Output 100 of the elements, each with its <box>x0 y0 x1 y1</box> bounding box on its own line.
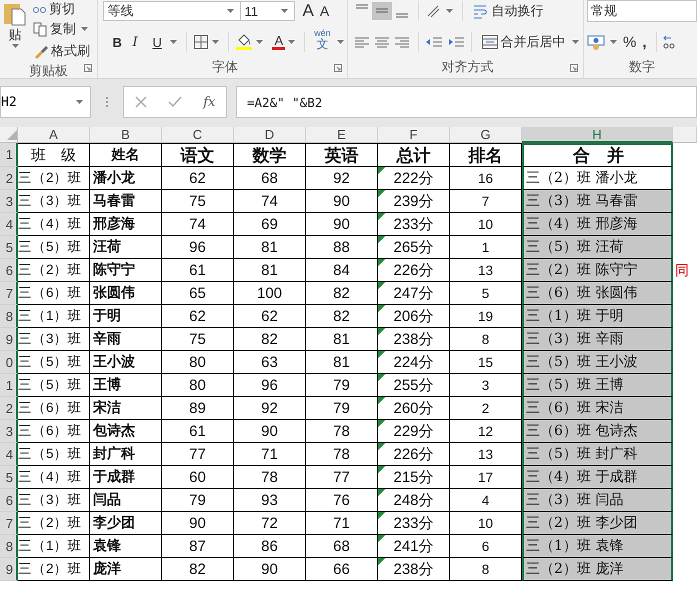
underline-button[interactable]: U <box>149 31 168 53</box>
name-box[interactable]: H2 <box>0 86 91 118</box>
row-header[interactable]: 4 <box>0 443 18 466</box>
caret-icon[interactable] <box>281 9 288 13</box>
row-header[interactable]: 5 <box>0 466 18 489</box>
caret-icon[interactable] <box>610 40 617 44</box>
check-icon[interactable] <box>168 96 182 108</box>
table-cell: 三（2）班 李少团 <box>522 512 673 535</box>
row-header[interactable]: 9 <box>0 558 18 581</box>
cut-button[interactable]: 剪切 <box>30 0 94 18</box>
insert-function-button[interactable]: fx <box>203 94 216 110</box>
row-header[interactable]: 8 <box>0 535 18 558</box>
caret-icon[interactable] <box>336 40 344 44</box>
dialog-launcher-icon[interactable] <box>334 64 342 72</box>
row-header[interactable]: 9 <box>0 328 18 351</box>
table-cell: 260分 <box>378 397 450 420</box>
row-header[interactable]: 7 <box>0 512 18 535</box>
grow-font-button[interactable]: A <box>299 0 317 22</box>
table-cell: 90 <box>306 190 378 213</box>
table-cell: 三（2）班 陈守宁 <box>522 259 673 282</box>
dialog-launcher-icon[interactable] <box>84 64 92 72</box>
row-header[interactable]: 5 <box>0 236 18 259</box>
table-cell: 三（3）班 辛雨 <box>522 328 673 351</box>
cancel-icon[interactable] <box>134 96 147 108</box>
borders-icon[interactable] <box>193 34 210 50</box>
table-cell: 222分 <box>378 167 450 190</box>
table-cell: 233分 <box>378 213 450 236</box>
font-color-button[interactable]: A <box>272 34 286 50</box>
table-cell: 92 <box>234 397 306 420</box>
shrink-font-button[interactable]: A <box>316 0 332 22</box>
row-header[interactable]: 4 <box>0 213 18 236</box>
bold-button[interactable]: B <box>109 31 130 53</box>
table-cell: 81 <box>306 351 378 374</box>
table-cell: 三（4）班 于成群 <box>522 466 673 489</box>
align-icon[interactable] <box>372 2 392 20</box>
column-header[interactable]: H <box>522 127 673 143</box>
copy-button[interactable]: 复制 <box>30 18 94 40</box>
table-cell: 三（3）班 <box>18 328 90 351</box>
column-header[interactable]: A <box>18 127 90 143</box>
column-header[interactable]: C <box>162 127 234 143</box>
table-cell: 90 <box>162 512 234 535</box>
row-header[interactable]: 1 <box>0 143 18 167</box>
table-cell: 三（2）班 庞洋 <box>522 558 673 581</box>
row-header[interactable]: 6 <box>0 489 18 512</box>
format-painter-button[interactable]: 格式刷 <box>30 40 94 62</box>
caret-icon[interactable] <box>572 40 579 44</box>
caret-icon[interactable] <box>170 40 178 44</box>
dialog-launcher-icon[interactable] <box>570 64 578 72</box>
table-cell: 三（1）班 <box>18 305 90 328</box>
row-header[interactable]: 3 <box>0 420 18 443</box>
table-cell: 72 <box>234 512 306 535</box>
column-header[interactable]: F <box>378 127 450 143</box>
comma-button[interactable]: , <box>639 31 650 53</box>
table-cell: 三（5）班 <box>18 236 90 259</box>
row-header[interactable]: 7 <box>0 282 18 305</box>
caret-icon[interactable] <box>288 40 296 44</box>
table-cell: 三（4）班 邢彦海 <box>522 213 673 236</box>
wrap-text-button[interactable]: 自动换行 <box>468 0 547 22</box>
row-header[interactable]: 6 <box>0 259 18 282</box>
row-header[interactable]: 0 <box>0 351 18 374</box>
table-cell: 81 <box>234 259 306 282</box>
caret-icon[interactable] <box>81 27 88 31</box>
font-name-field[interactable]: 等线 <box>103 1 242 21</box>
table-cell: 三（3）班 <box>18 489 90 512</box>
fill-bucket-icon[interactable] <box>235 33 254 51</box>
merge-center-button[interactable]: 合并后居中 <box>478 31 569 53</box>
row-header[interactable]: 3 <box>0 190 18 213</box>
paste-icon[interactable] <box>4 2 26 26</box>
formula-field[interactable]: =A2&" "&B2 <box>236 86 697 118</box>
row-header[interactable]: 2 <box>0 167 18 190</box>
caret-icon[interactable] <box>76 100 83 104</box>
column-header[interactable]: B <box>90 127 162 143</box>
font-size-field[interactable]: 11 <box>240 1 296 21</box>
table-cell: 92 <box>306 167 378 190</box>
more-icon[interactable] <box>105 96 109 108</box>
table-cell: 78 <box>306 443 378 466</box>
phonetic-button[interactable]: wén 文 <box>311 28 334 56</box>
column-header[interactable]: D <box>234 127 306 143</box>
paste-button[interactable]: 贴 <box>8 26 22 44</box>
table-cell: 77 <box>162 443 234 466</box>
caret-icon[interactable] <box>256 40 264 44</box>
caret-icon[interactable] <box>212 40 220 44</box>
table-cell: 三（5）班 汪荷 <box>522 236 673 259</box>
number-format-field[interactable]: 常规 <box>587 0 697 22</box>
table-cell: 82 <box>306 305 378 328</box>
table-cell: 65 <box>162 282 234 305</box>
caret-icon[interactable] <box>446 9 453 13</box>
percent-button[interactable]: % <box>620 31 640 53</box>
table-cell: 63 <box>234 351 306 374</box>
column-header[interactable]: E <box>306 127 378 143</box>
decimal-icon[interactable] <box>662 34 677 50</box>
caret-icon[interactable] <box>12 44 18 48</box>
row-header[interactable]: 8 <box>0 305 18 328</box>
row-header[interactable]: 1 <box>0 374 18 397</box>
currency-icon[interactable] <box>587 34 607 50</box>
caret-icon[interactable] <box>227 9 234 13</box>
table-cell: 三（2）班 <box>18 512 90 535</box>
column-header[interactable]: G <box>450 127 522 143</box>
row-header[interactable]: 2 <box>0 397 18 420</box>
italic-button[interactable]: I <box>129 31 150 53</box>
